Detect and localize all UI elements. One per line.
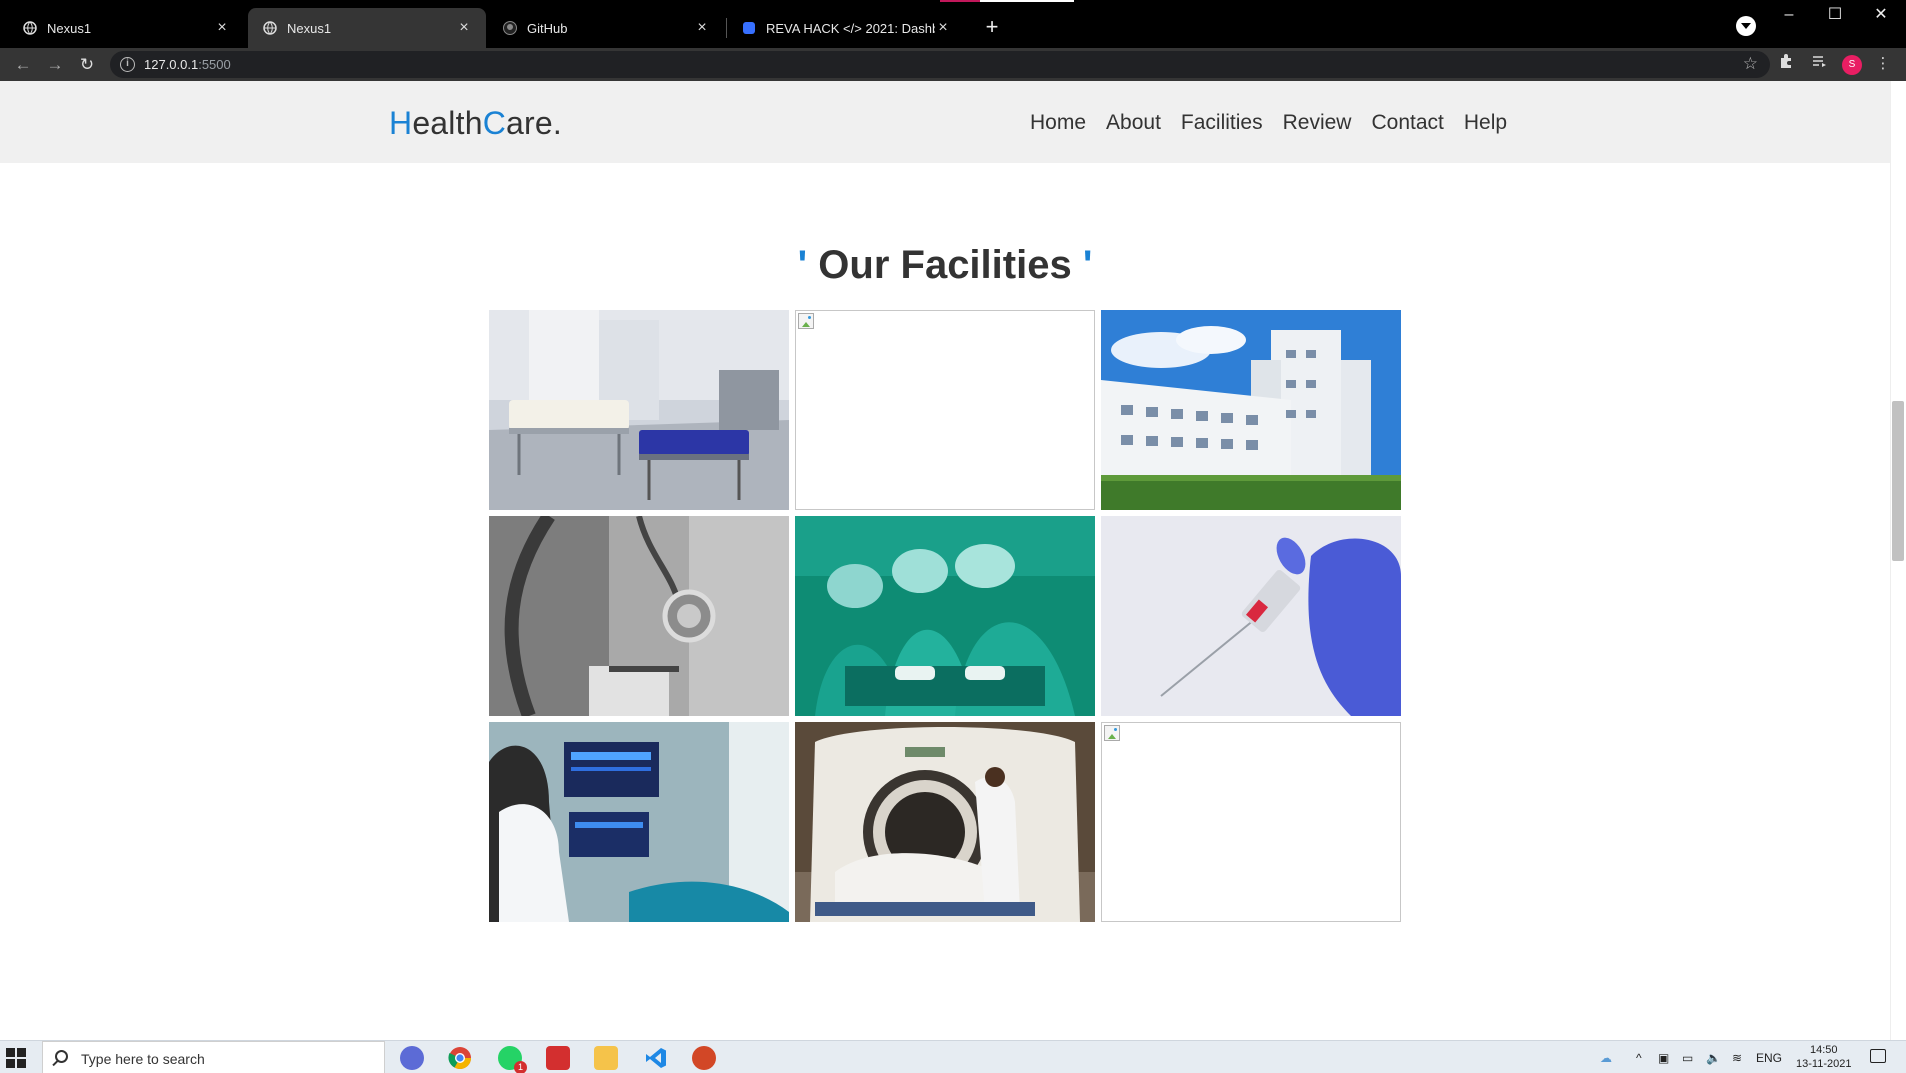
scrollbar-thumb[interactable]: [1892, 401, 1904, 561]
chrome-icon[interactable]: [448, 1046, 472, 1070]
url-port: :5500: [198, 57, 231, 72]
close-tab-icon[interactable]: ×: [935, 20, 951, 36]
logo-letter-h: H: [389, 105, 413, 141]
language-indicator[interactable]: ENG: [1756, 1051, 1782, 1065]
facility-image-monitor: [489, 722, 789, 922]
info-icon[interactable]: i: [120, 57, 135, 72]
site-logo[interactable]: HealthCare.: [389, 105, 562, 142]
powerpoint-icon[interactable]: [692, 1046, 716, 1070]
close-window-button[interactable]: ✕: [1858, 0, 1904, 30]
tab-title: Nexus1: [287, 20, 332, 36]
nav-facilities[interactable]: Facilities: [1181, 111, 1263, 135]
notification-center-icon[interactable]: [1870, 1049, 1886, 1063]
new-tab-button[interactable]: +: [978, 14, 1006, 42]
clock-date: 13-11-2021: [1796, 1058, 1852, 1070]
wifi-icon[interactable]: ≋: [1732, 1051, 1742, 1065]
tab-reva-hack[interactable]: REVA HACK </> 2021: Dashboard ×: [727, 8, 965, 48]
browser-toolbar: ← → ↻ i 127.0.0.1:5500 ☆ S ⋮: [0, 48, 1906, 81]
nav-help[interactable]: Help: [1464, 111, 1507, 135]
notification-badge: 1: [514, 1061, 527, 1073]
site-header: HealthCare. Home About Facilities Review…: [0, 81, 1890, 163]
facility-image-ct-scan: [795, 722, 1095, 922]
devfolio-icon: [741, 21, 756, 36]
file-explorer-icon[interactable]: [594, 1046, 618, 1070]
taskbar-clock[interactable]: 14:50 13-11-2021: [1796, 1043, 1851, 1071]
battery-icon[interactable]: ▭: [1682, 1051, 1693, 1065]
close-tab-icon[interactable]: ×: [694, 20, 710, 36]
clock-time: 14:50: [1809, 1044, 1838, 1056]
search-icon: [55, 1050, 68, 1063]
maximize-button[interactable]: ☐: [1812, 0, 1858, 30]
nav-home[interactable]: Home: [1030, 111, 1086, 135]
forward-arrow-icon[interactable]: →: [42, 52, 68, 78]
facilities-title: Our Facilities: [818, 243, 1072, 287]
tab-github[interactable]: GitHub ×: [488, 8, 724, 48]
facility-image-surgery: [795, 516, 1095, 716]
tab-nexus1-active[interactable]: Nexus1 ×: [248, 8, 486, 48]
address-bar[interactable]: i 127.0.0.1:5500 ☆: [110, 51, 1770, 78]
quote-open: ': [797, 243, 808, 287]
tab-title: Nexus1: [47, 20, 92, 36]
whatsapp-icon[interactable]: 1: [498, 1046, 527, 1073]
windows-start-icon[interactable]: [6, 1048, 26, 1068]
onedrive-icon[interactable]: ☁: [1600, 1051, 1612, 1065]
quote-close: ': [1082, 243, 1093, 287]
globe-icon: [22, 21, 37, 36]
facilities-heading: ' Our Facilities ': [0, 243, 1890, 288]
nav-review[interactable]: Review: [1283, 111, 1352, 135]
broken-image-icon: [798, 313, 814, 329]
acrobat-icon[interactable]: [546, 1046, 570, 1070]
bookmark-star-icon[interactable]: ☆: [1743, 54, 1758, 74]
tab-title: GitHub: [527, 20, 568, 36]
browser-tab-strip: Nexus1 × Nexus1 × GitHub × REVA HACK </>…: [0, 0, 1906, 48]
tab-nexus1-first[interactable]: Nexus1 ×: [8, 8, 244, 48]
tab-search-button[interactable]: [1736, 16, 1756, 36]
url-host: 127.0.0.1: [144, 57, 199, 72]
logo-text-are: are.: [506, 105, 562, 141]
web-page: HealthCare. Home About Facilities Review…: [0, 81, 1906, 1040]
github-icon: [502, 21, 517, 36]
facility-image-broken-2: [1101, 722, 1401, 922]
logo-text-ealth: ealth: [412, 105, 483, 141]
facilities-gallery: [489, 310, 1401, 922]
facility-image-ward: [489, 310, 789, 510]
minimize-button[interactable]: –: [1766, 0, 1812, 30]
reading-list-icon[interactable]: [1808, 53, 1830, 75]
facility-image-stethoscope: [489, 516, 789, 716]
url-text[interactable]: 127.0.0.1:5500: [144, 57, 231, 72]
facility-image-broken-1: [795, 310, 1095, 510]
chevron-up-icon[interactable]: ^: [1636, 1051, 1642, 1065]
reload-icon[interactable]: ↻: [74, 52, 100, 78]
taskbar-search-placeholder: Type here to search: [81, 1051, 205, 1067]
nav-about[interactable]: About: [1106, 111, 1161, 135]
profile-avatar[interactable]: S: [1842, 55, 1862, 75]
nav-contact[interactable]: Contact: [1371, 111, 1443, 135]
taskbar-search[interactable]: Type here to search: [42, 1041, 385, 1073]
globe-icon: [262, 21, 277, 36]
close-tab-icon[interactable]: ×: [214, 20, 230, 36]
windows-taskbar: Type here to search 1 ☁ ^ ▣ ▭ 🔈 ≋ ENG 14…: [0, 1040, 1906, 1073]
facility-image-syringe: [1101, 516, 1401, 716]
broken-image-icon: [1104, 725, 1120, 741]
facility-image-building: [1101, 310, 1401, 510]
vscode-icon[interactable]: [644, 1046, 668, 1070]
back-arrow-icon[interactable]: ←: [10, 52, 36, 78]
kebab-menu-icon[interactable]: ⋮: [1872, 53, 1894, 75]
close-tab-icon[interactable]: ×: [456, 20, 472, 36]
volume-icon[interactable]: 🔈: [1706, 1051, 1721, 1065]
page-scrollbar[interactable]: [1890, 81, 1906, 1040]
network-monitor-icon[interactable]: ▣: [1658, 1051, 1669, 1065]
extensions-puzzle-icon[interactable]: [1775, 53, 1797, 75]
app-icon-teams-chat[interactable]: [400, 1046, 424, 1070]
tab-strip-indicator-accent: [940, 0, 980, 2]
logo-letter-c: C: [482, 105, 507, 141]
tab-title: REVA HACK </> 2021: Dashboard: [766, 20, 935, 36]
main-nav: Home About Facilities Review Contact Hel…: [1030, 111, 1527, 135]
